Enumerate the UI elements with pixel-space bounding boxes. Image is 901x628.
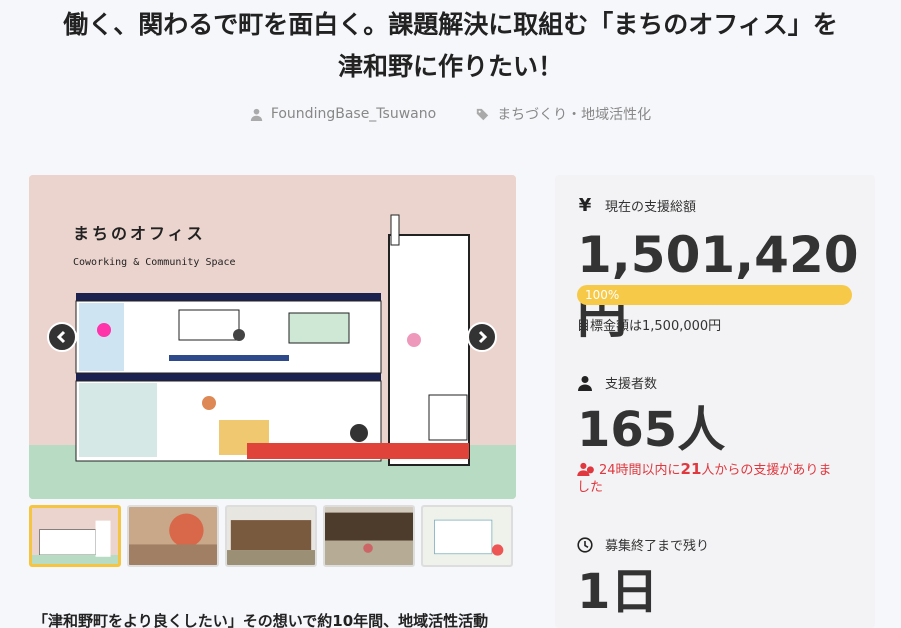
remaining-value: 1日 [577,564,659,620]
hero-illustration: まちのオフィス Coworking & Community Space [29,175,516,499]
thumbnail-2-image [129,507,217,565]
yen-icon: ¥ [578,195,592,216]
funding-progress-label: 100% [585,288,620,302]
carousel-prev-button[interactable] [47,322,77,352]
project-title: 働く、関わるで町を面白く。課題解決に取組む「まちのオフィス」を 津和野に作りたい… [0,4,901,88]
thumbnail-5-image [423,507,511,565]
project-title-line1: 働く、関わるで町を面白く。課題解決に取組む「まちのオフィス」を [63,10,838,39]
project-title-line2: 津和野に作りたい！ [337,52,563,81]
thumbnail-2[interactable] [127,505,219,567]
sign-subtitle: Coworking & Community Space [73,257,236,268]
project-description: 「津和野町をより良くしたい」その想いで約10年間、地域活性活動 [33,612,489,628]
funding-label-row: ¥ 現在の支援総額 [577,195,696,216]
funding-panel: ¥ 現在の支援総額 1,501,420円 100% 目標金額は1,500,000… [555,175,875,628]
author-name: FoundingBase_Tsuwano [270,106,437,122]
project-meta: FoundingBase_Tsuwano まちづくり・地域活性化 [0,104,901,124]
recent-prefix: 24時間以内に [599,463,681,478]
user-icon [578,375,592,391]
category-link[interactable]: まちづくり・地域活性化 [476,104,651,124]
remaining-label: 募集終了まで残り [605,539,710,554]
author-link[interactable]: FoundingBase_Tsuwano [250,104,436,124]
image-carousel[interactable]: まちのオフィス Coworking & Community Space [29,175,516,499]
user-icon [250,108,262,121]
carousel-next-button[interactable] [467,322,497,352]
thumbnail-4-image [325,507,413,565]
thumbnail-strip [29,505,513,567]
thumbnail-5[interactable] [421,505,513,567]
thumbnail-1[interactable] [29,505,121,567]
chevron-left-icon [56,330,66,344]
recent-backers: 24時間以内に21人からの支援がありました [577,461,837,496]
clock-icon [577,536,593,553]
thumbnail-4[interactable] [323,505,415,567]
recent-count: 21 [680,460,702,478]
funding-goal: 目標金額は1,500,000円 [577,319,722,334]
tag-icon [477,108,489,120]
remaining-label-row: 募集終了まで残り [577,535,709,554]
thumbnail-3[interactable] [225,505,317,567]
backers-label-row: 支援者数 [577,373,657,392]
funding-progress-bar: 100% [577,285,852,305]
funding-label: 現在の支援総額 [605,200,697,215]
users-icon [577,462,594,476]
sign-title: まちのオフィス [73,224,206,243]
category-name: まちづくり・地域活性化 [497,107,652,123]
chevron-right-icon [478,330,488,344]
thumbnail-3-image [227,507,315,565]
thumbnail-1-image [32,508,118,564]
backers-label: 支援者数 [605,377,658,392]
backers-count: 165人 [577,402,726,458]
